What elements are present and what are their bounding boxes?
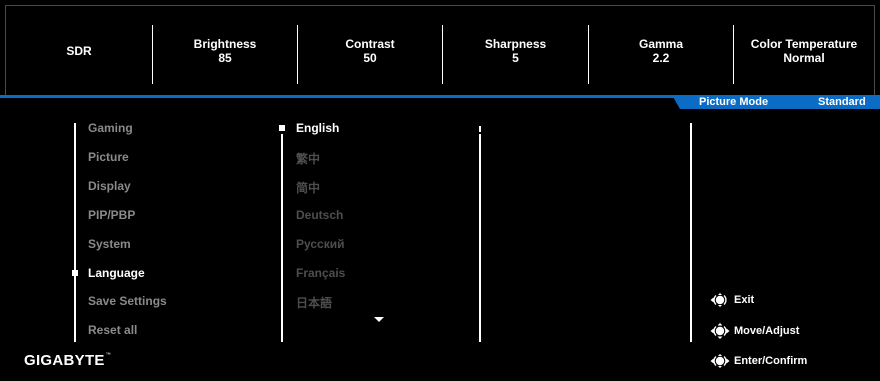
header-color-temperature: Color Temperature Normal — [734, 6, 874, 95]
language-option-francais[interactable]: Français — [296, 266, 345, 280]
language-option-traditional-chinese[interactable]: 繁中 — [296, 150, 320, 167]
guide-exit: Exit — [710, 292, 754, 308]
header-sharpness: Sharpness 5 — [443, 6, 588, 95]
header-gamma-label: Gamma — [638, 36, 684, 51]
header-sharpness-label: Sharpness — [484, 36, 547, 51]
header-color-temperature-value: Normal — [783, 50, 825, 65]
frame-border-right — [874, 5, 875, 95]
logo-text: GIGABYTE — [24, 352, 105, 369]
language-column-line — [281, 134, 283, 342]
language-option-simplified-chinese[interactable]: 简中 — [296, 179, 320, 196]
guide-enter-confirm: Enter/Confirm — [710, 353, 807, 369]
column-tick — [479, 126, 481, 132]
picture-mode-label: Picture Mode — [699, 96, 769, 108]
header-brightness-label: Brightness — [193, 36, 257, 51]
header-sdr: SDR — [6, 6, 152, 95]
options-column-line — [690, 123, 692, 342]
guide-enter-confirm-label: Enter/Confirm — [734, 355, 808, 367]
menu-item-reset-all[interactable]: Reset all — [88, 323, 137, 337]
trademark-symbol: ™ — [105, 352, 112, 358]
menu-item-system[interactable]: System — [88, 237, 131, 251]
language-option-english[interactable]: English — [296, 121, 339, 135]
menu-item-display[interactable]: Display — [88, 179, 131, 193]
header-color-temperature-label: Color Temperature — [750, 36, 858, 51]
menu-item-gaming[interactable]: Gaming — [88, 121, 133, 135]
scroll-down-arrow-icon[interactable] — [374, 317, 384, 322]
joystick-all-directions-icon — [710, 323, 730, 339]
header-brightness: Brightness 85 — [153, 6, 297, 95]
language-selection-marker — [279, 125, 285, 131]
language-option-russian[interactable]: Русский — [296, 237, 345, 251]
menu-item-save-settings[interactable]: Save Settings — [88, 294, 167, 308]
status-header: SDR Brightness 85 Contrast 50 Sharpness … — [6, 6, 874, 95]
guide-exit-label: Exit — [734, 294, 755, 306]
joystick-left-icon — [710, 292, 730, 308]
header-contrast: Contrast 50 — [298, 6, 442, 95]
picture-mode-value: Standard — [818, 96, 866, 108]
menu-selection-marker — [72, 270, 78, 276]
header-gamma-value: 2.2 — [652, 50, 670, 65]
header-gamma: Gamma 2.2 — [589, 6, 733, 95]
joystick-press-icon — [710, 353, 730, 369]
menu-item-picture[interactable]: Picture — [88, 150, 129, 164]
guide-move-adjust-label: Move/Adjust — [734, 325, 800, 337]
menu-column-line — [74, 123, 76, 342]
submenu-column-line — [479, 134, 481, 342]
gigabyte-logo: GIGABYTE™ — [24, 352, 111, 369]
menu-item-language[interactable]: Language — [88, 266, 145, 280]
header-sdr-label: SDR — [66, 43, 92, 58]
header-sharpness-value: 5 — [512, 50, 519, 65]
header-brightness-value: 85 — [218, 50, 232, 65]
osd-panel: SDR Brightness 85 Contrast 50 Sharpness … — [0, 0, 880, 381]
guide-move-adjust: Move/Adjust — [710, 323, 799, 339]
header-contrast-label: Contrast — [345, 36, 395, 51]
menu-item-pip-pbp[interactable]: PIP/PBP — [88, 208, 135, 222]
language-option-deutsch[interactable]: Deutsch — [296, 208, 343, 222]
header-contrast-value: 50 — [363, 50, 377, 65]
language-option-japanese[interactable]: 日本語 — [296, 294, 332, 311]
